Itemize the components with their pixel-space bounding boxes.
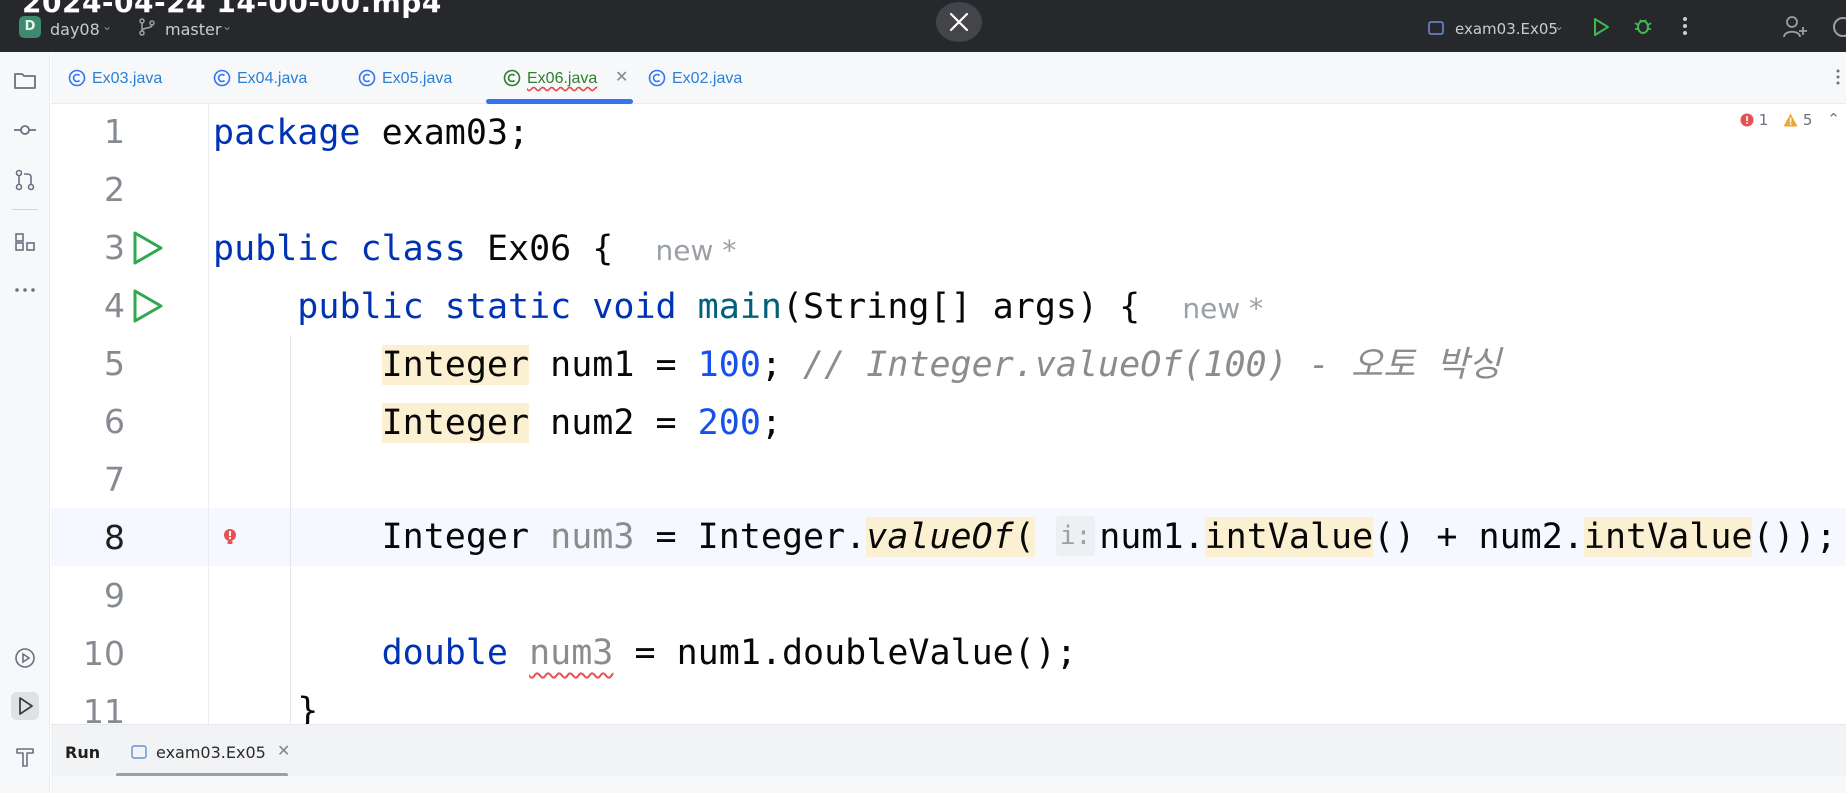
close-video-button[interactable] (936, 2, 982, 42)
line-number: 7 (104, 460, 125, 499)
tab-overflow-icon[interactable] (1836, 68, 1840, 86)
structure-icon[interactable] (11, 228, 39, 256)
run-main-icon[interactable] (131, 288, 165, 328)
inspection-widget[interactable]: 1 5 ⌃ (1740, 110, 1840, 132)
line-number: 10 (83, 634, 125, 673)
line-number: 11 (83, 692, 125, 724)
line-number: 9 (104, 576, 125, 615)
run-class-icon[interactable] (131, 230, 165, 270)
tab-label: Ex05.java (382, 70, 453, 87)
author-hint[interactable]: new * (1182, 292, 1263, 325)
project-name[interactable]: day08 (50, 20, 100, 39)
code-editor[interactable]: 1 2 3 4 5 6 7 8 9 10 11 package exam03; … (51, 104, 1846, 724)
java-class-icon (647, 68, 667, 92)
gutter-divider (208, 104, 209, 724)
error-icon (1740, 113, 1754, 126)
debug-icon[interactable] (1633, 16, 1653, 40)
branch-icon[interactable] (138, 18, 156, 40)
close-icon (949, 12, 969, 32)
warning-icon (1783, 113, 1798, 126)
left-tool-strip (0, 52, 50, 793)
run-toolbar-strip (51, 776, 1846, 793)
tab-ex04[interactable]: Ex04.java (212, 52, 332, 104)
warning-count[interactable]: 5 (1783, 111, 1817, 129)
code-line-11: } (297, 691, 319, 724)
close-icon[interactable]: ✕ (277, 741, 290, 760)
tab-label: Ex03.java (92, 70, 163, 87)
code-line-6: Integer num2 = 200; (381, 403, 782, 443)
editor-tab-bar: Ex03.java Ex04.java Ex05.java Ex06.java … (51, 52, 1846, 104)
code-line-1: package exam03; (213, 113, 530, 153)
chevron-down-icon[interactable]: ⌄ (102, 19, 112, 33)
code-line-5: Integer num1 = 100; // Integer.valueOf(1… (381, 345, 1501, 385)
code-line-4: public static void main(String[] args) {… (297, 287, 1264, 327)
commit-icon[interactable] (11, 116, 39, 144)
line-number: 4 (104, 286, 125, 325)
run-panel-title: Run (65, 743, 101, 762)
code-line-3: public class Ex06 { new * (213, 229, 737, 269)
java-class-icon (502, 68, 522, 92)
run-config-icon (131, 744, 147, 763)
line-number: 6 (104, 402, 125, 441)
chevron-down-icon[interactable]: ⌄ (1554, 19, 1564, 33)
more-vertical-icon[interactable] (1682, 16, 1688, 40)
pull-requests-icon[interactable] (11, 166, 39, 194)
java-class-icon (67, 68, 87, 92)
run-tool-icon[interactable] (11, 692, 39, 720)
author-hint[interactable]: new * (656, 234, 737, 267)
run-config-name[interactable]: exam03.Ex05 (1455, 20, 1558, 38)
divider (12, 209, 38, 210)
java-class-icon (357, 68, 377, 92)
build-hammer-icon[interactable] (11, 742, 39, 770)
add-user-icon[interactable] (1782, 14, 1808, 44)
chevron-up-icon[interactable]: ⌃ (1827, 110, 1840, 128)
run-tool-window-header: Run exam03.Ex05 ✕ (51, 724, 1846, 777)
project-folder-icon[interactable] (11, 66, 39, 94)
run-icon[interactable] (1592, 17, 1610, 41)
error-count[interactable]: 1 (1740, 111, 1773, 129)
project-badge[interactable]: D (19, 16, 41, 38)
run-tab[interactable]: exam03.Ex05 ✕ (131, 725, 301, 777)
code-line-10: double num3 = num1.doubleValue(); (381, 633, 1077, 673)
run-config-icon[interactable] (1428, 20, 1444, 39)
close-tab-icon[interactable]: ✕ (615, 67, 628, 86)
parameter-hint: i: (1055, 516, 1096, 556)
tab-ex02[interactable]: Ex02.java (647, 52, 767, 104)
services-icon[interactable] (11, 644, 39, 672)
title-bar: 2024-04-24 14-00-00.mp4 D day08 ⌄ master… (0, 0, 1846, 52)
line-number: 5 (104, 344, 125, 383)
tab-ex05[interactable]: Ex05.java (357, 52, 477, 104)
line-number: 3 (104, 228, 125, 267)
code-line-8: Integer num3 = Integer.valueOf( i: num1.i… (381, 516, 1837, 557)
chevron-down-icon[interactable]: ⌄ (222, 19, 232, 33)
tab-label: Ex02.java (672, 70, 743, 87)
java-class-icon (212, 68, 232, 92)
branch-name[interactable]: master (165, 20, 221, 39)
more-tools-icon[interactable] (11, 276, 39, 304)
line-number: 2 (104, 170, 125, 209)
tab-label: Ex04.java (237, 70, 308, 87)
line-number: 8 (104, 518, 125, 557)
run-tab-label: exam03.Ex05 (156, 743, 266, 762)
video-title: 2024-04-24 14-00-00.mp4 (22, 0, 442, 19)
tab-ex03[interactable]: Ex03.java (67, 52, 187, 104)
settings-icon[interactable] (1830, 14, 1846, 44)
line-number: 1 (104, 112, 125, 151)
tab-label: Ex06.java (527, 70, 598, 87)
